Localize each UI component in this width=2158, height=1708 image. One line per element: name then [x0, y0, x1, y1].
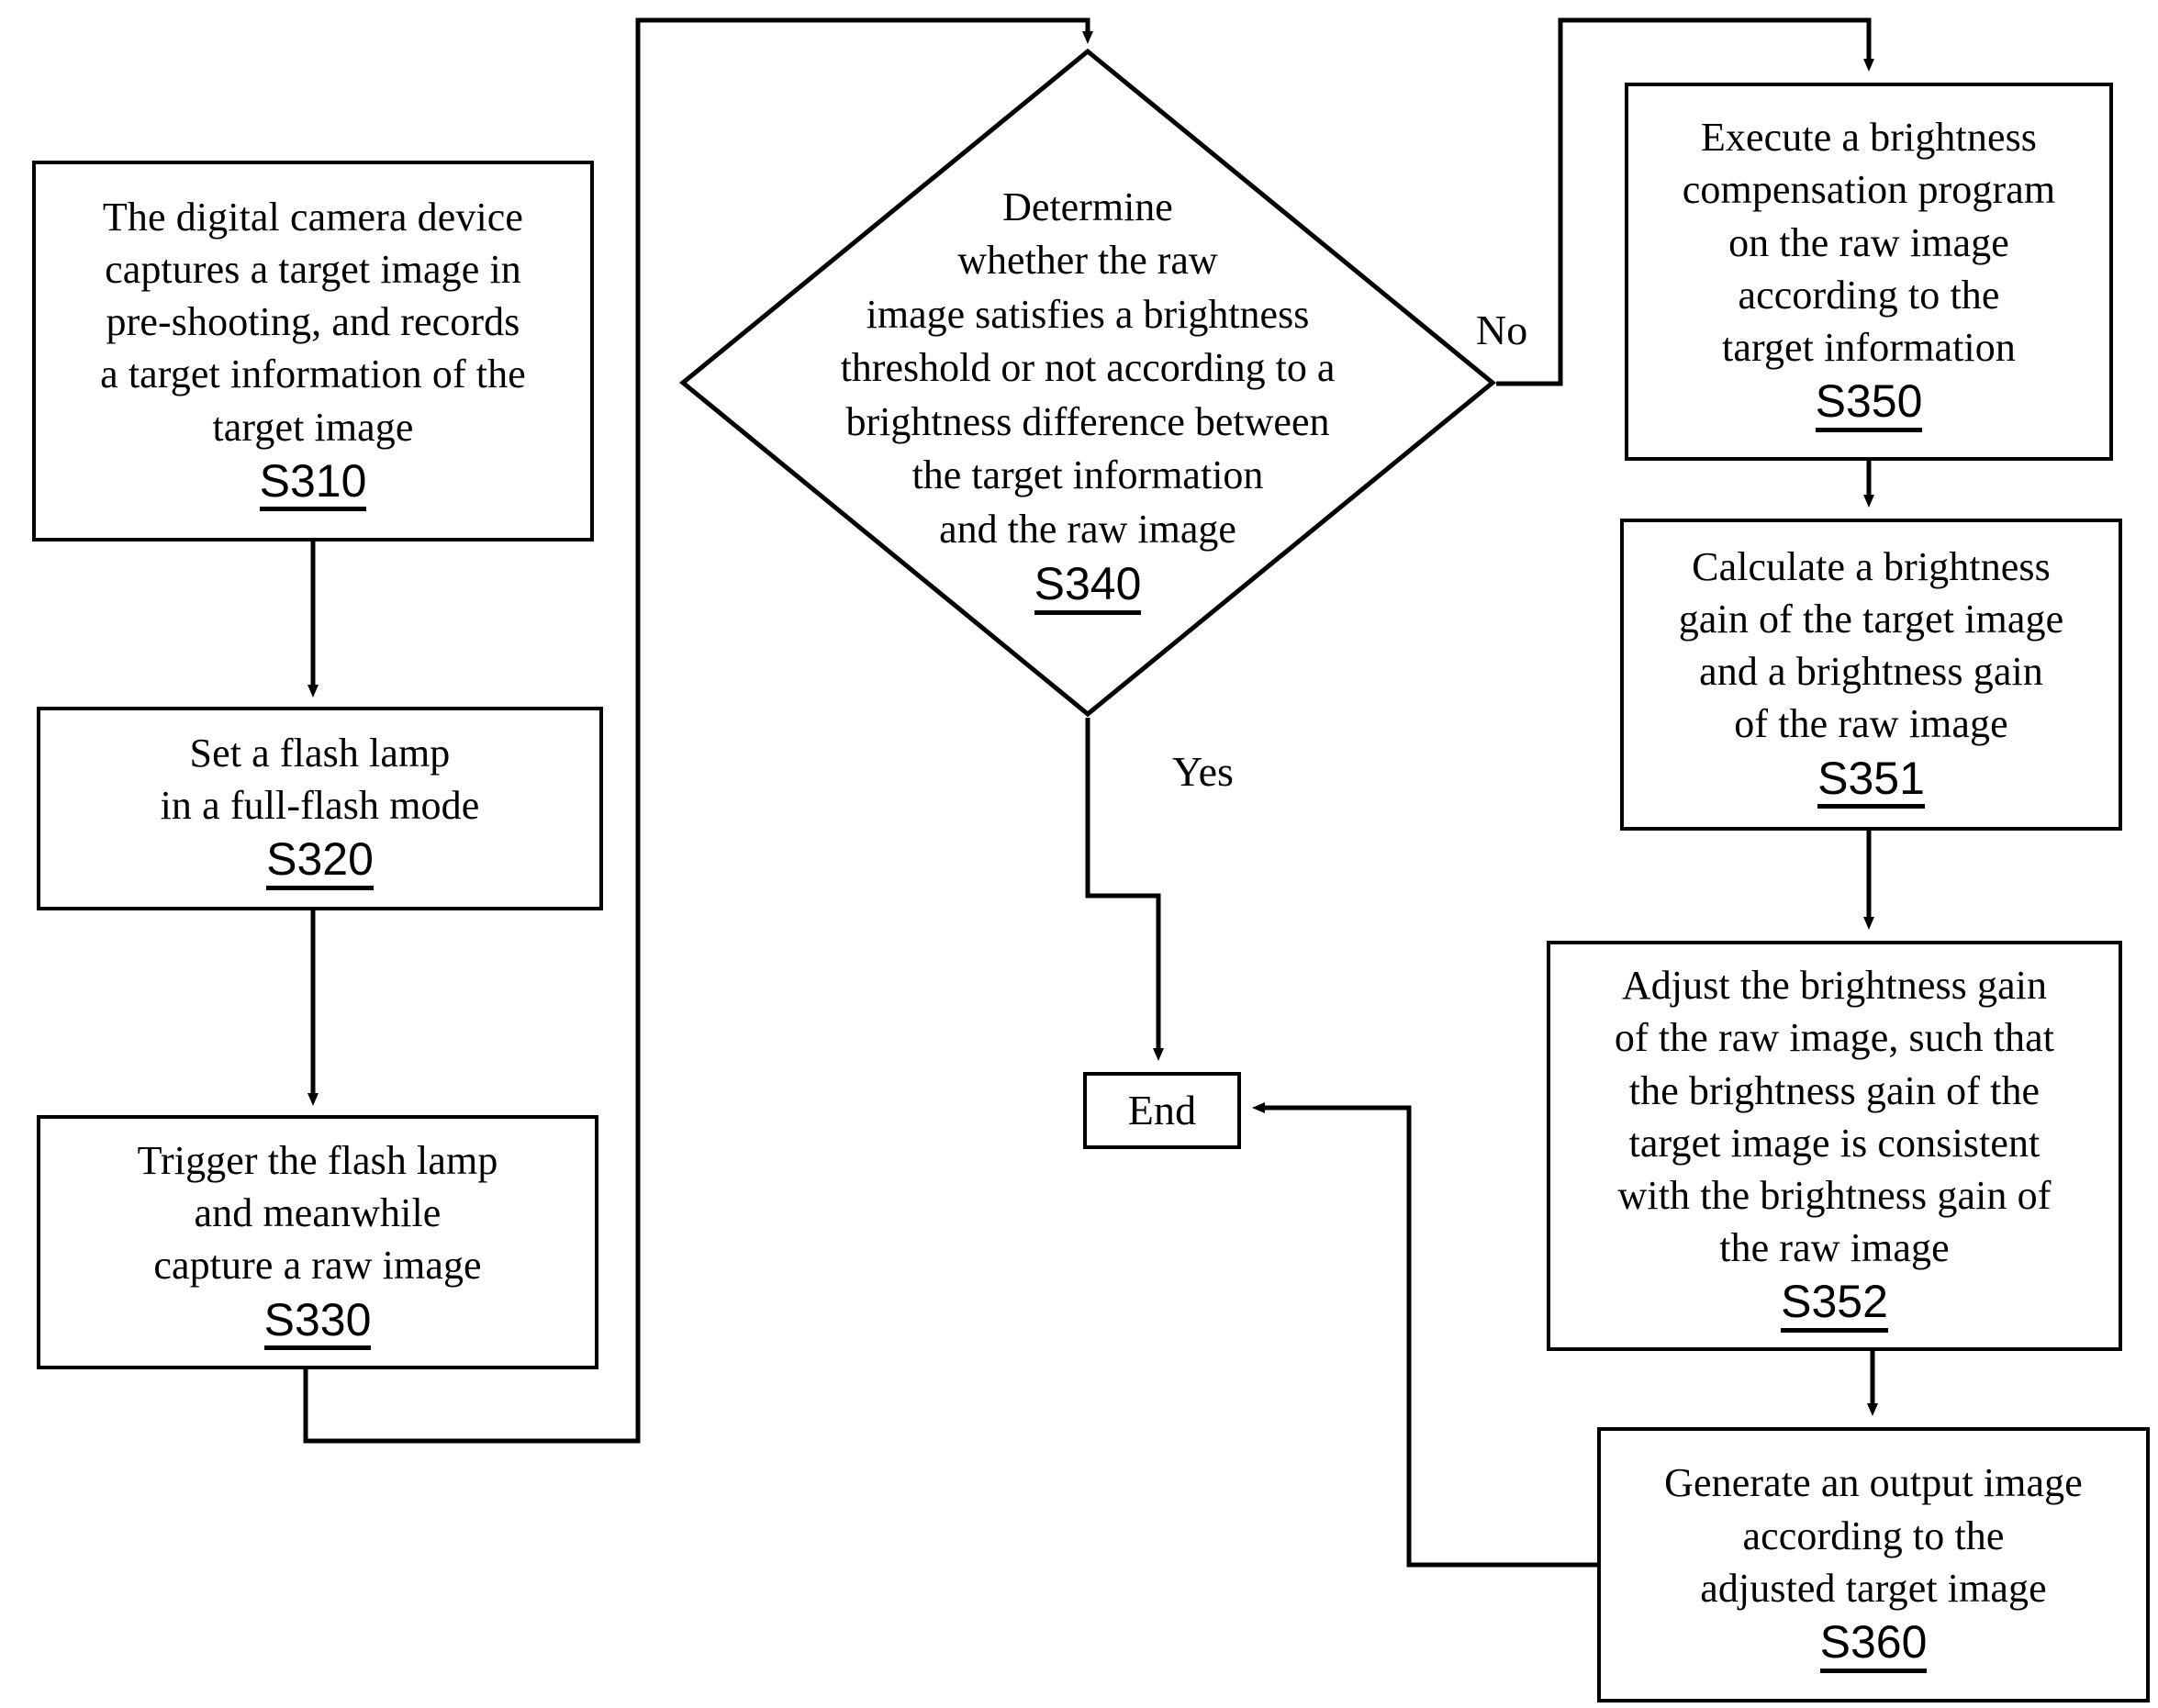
process-node-s320[interactable]: Set a flash lamp in a full-flash mode S3… — [37, 707, 603, 910]
node-text-s352: Adjust the brightness gain of the raw im… — [1614, 963, 2055, 1271]
process-node-s310[interactable]: The digital camera device captures a tar… — [32, 161, 594, 541]
process-node-s352[interactable]: Adjust the brightness gain of the raw im… — [1547, 941, 2122, 1351]
step-id-s350: S350 — [1815, 377, 1923, 432]
node-text-s351: Calculate a brightness gain of the targe… — [1678, 543, 2064, 747]
decision-text-wrap: Determine whether the raw image satisfie… — [751, 127, 1425, 668]
edge-s340-end-yes — [1085, 718, 1164, 1061]
process-node-s350[interactable]: Execute a brightness compensation progra… — [1625, 83, 2113, 461]
node-text-s310: The digital camera device captures a tar… — [100, 194, 526, 450]
edge-label-yes: Yes — [1172, 748, 1234, 795]
step-id-s340: S340 — [1034, 560, 1142, 615]
step-id-s360: S360 — [1819, 1618, 1928, 1673]
node-text-s350: Execute a brightness compensation progra… — [1682, 115, 2056, 371]
terminator-node-end[interactable]: End — [1083, 1072, 1241, 1149]
node-text-s340: Determine whether the raw image satisfie… — [840, 184, 1336, 552]
node-text-s360: Generate an output image according to th… — [1664, 1460, 2083, 1611]
step-id-s352: S352 — [1781, 1278, 1888, 1333]
decision-node-s340[interactable]: Determine whether the raw image satisfie… — [679, 48, 1496, 718]
node-text-s320: Set a flash lamp in a full-flash mode — [160, 731, 480, 829]
node-text-end: End — [1127, 1087, 1197, 1134]
step-id-s330: S330 — [263, 1296, 372, 1351]
edge-label-no: No — [1476, 307, 1528, 353]
process-node-s360[interactable]: Generate an output image according to th… — [1597, 1427, 2150, 1702]
process-node-s351[interactable]: Calculate a brightness gain of the targe… — [1620, 519, 2122, 831]
flowchart-canvas: The digital camera device captures a tar… — [0, 0, 2158, 1708]
step-id-s320: S320 — [266, 835, 374, 890]
step-id-s351: S351 — [1817, 754, 1925, 809]
process-node-s330[interactable]: Trigger the flash lamp and meanwhile cap… — [37, 1115, 598, 1369]
node-text-s330: Trigger the flash lamp and meanwhile cap… — [137, 1137, 498, 1289]
step-id-s310: S310 — [259, 457, 367, 512]
